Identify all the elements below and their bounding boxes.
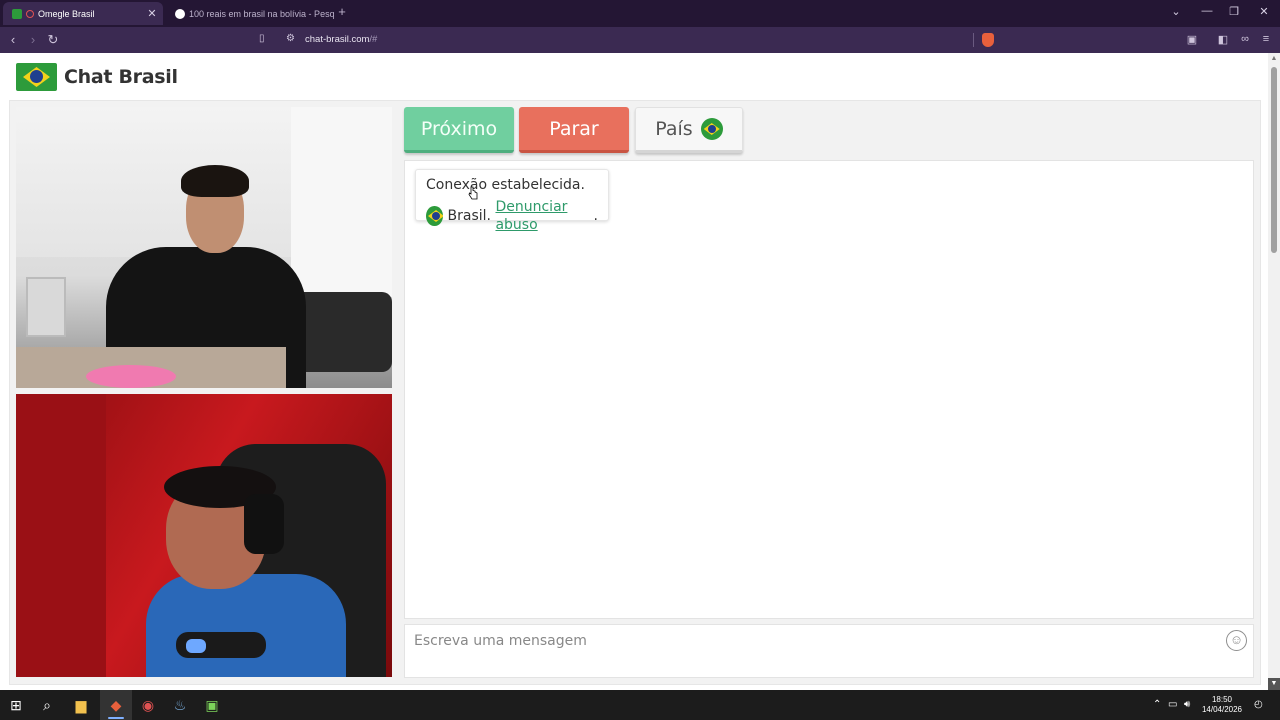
hand-cursor-icon [468, 186, 478, 200]
steam-icon[interactable]: ♨ [171, 696, 189, 714]
restore-icon[interactable]: ❐ [1224, 5, 1244, 18]
browser-tab-bar: Omegle Brasil ✕ 100 reais em brasil na b… [0, 0, 1280, 27]
site-title: Chat Brasil [64, 66, 178, 88]
windows-taskbar: ⊞ ⌕ ▆ ◆ ◉ ♨ ▣ ⌃ ▭ 🔊︎ 18:50 14/04/2026 ◴ [0, 690, 1280, 720]
new-tab-icon[interactable]: + [334, 4, 350, 19]
search-icon[interactable]: ⌕ [38, 696, 56, 714]
message-input-box: ☺ [404, 624, 1254, 678]
url-host: chat-brasil.com [305, 34, 370, 45]
active-indicator [108, 717, 124, 719]
bookmark-icon[interactable]: ▯ [259, 33, 265, 44]
scroll-down-icon[interactable]: ▼ [1268, 678, 1280, 690]
minimize-icon[interactable]: — [1197, 5, 1217, 17]
stop-button[interactable]: Parar [519, 107, 629, 153]
report-suffix: . [593, 208, 598, 224]
chat-container: Próximo Parar País Conexão estabelecida.… [9, 100, 1261, 685]
site-logo[interactable]: Chat Brasil [16, 63, 178, 91]
country-button-label: País [655, 118, 693, 140]
tab-search-chevron-icon[interactable]: ⌄ [1166, 5, 1186, 18]
page-scrollbar[interactable]: ▲ ▼ [1268, 53, 1280, 690]
address-separator [973, 33, 974, 47]
connection-status: Conexão estabelecida. [426, 177, 585, 193]
brazil-flag-icon [426, 206, 443, 226]
brazil-flag-favicon-icon [12, 8, 22, 19]
site-settings-icon[interactable]: ⚙ [286, 33, 295, 44]
brazil-flag-icon [16, 63, 57, 91]
brave-shields-icon[interactable] [982, 33, 994, 47]
forward-icon[interactable]: › [25, 32, 41, 47]
file-explorer-icon[interactable]: ▆ [72, 696, 90, 714]
reading-list-icon[interactable]: ▣ [1184, 33, 1200, 46]
clock-date: 14/04/2026 [1201, 705, 1243, 714]
recording-icon [26, 9, 34, 18]
system-message: Conexão estabelecida. Brasil. Denunciar … [415, 169, 609, 233]
tab-omegle-brasil[interactable]: Omegle Brasil ✕ [3, 2, 163, 25]
next-button[interactable]: Próximo [404, 107, 514, 153]
google-favicon-icon [175, 8, 185, 19]
message-input[interactable] [405, 625, 1215, 657]
volume-icon[interactable]: 🔊︎ [1184, 699, 1190, 710]
stop-button-label: Parar [549, 117, 599, 140]
taskbar-clock[interactable]: 18:50 14/04/2026 [1200, 695, 1244, 715]
sidebar-icon[interactable]: ◧ [1215, 33, 1231, 46]
reload-icon[interactable]: ↻ [45, 32, 61, 47]
menu-icon[interactable]: ≡ [1258, 33, 1274, 45]
tab-title: Omegle Brasil [38, 8, 95, 19]
url-field[interactable]: chat-brasil.com/# [305, 34, 377, 45]
clock-time: 18:50 [1211, 695, 1233, 704]
stranger-video [16, 107, 392, 388]
next-button-label: Próximo [420, 117, 498, 140]
close-tab-icon[interactable]: ✕ [144, 7, 160, 20]
close-window-icon[interactable]: ✕ [1254, 5, 1274, 18]
chat-log: Conexão estabelecida. Brasil. Denunciar … [404, 160, 1254, 619]
obs-icon[interactable]: ◉ [139, 696, 157, 714]
brazil-flag-icon [700, 118, 723, 140]
emoji-icon[interactable]: ☺ [1226, 630, 1247, 651]
notifications-icon[interactable]: ◴ [1254, 699, 1263, 710]
vpn-icon[interactable]: ∞ [1237, 33, 1253, 45]
scroll-thumb[interactable] [1271, 67, 1277, 253]
network-icon[interactable]: ▭ [1168, 699, 1177, 710]
stranger-country: Brasil. [447, 208, 492, 224]
brave-browser-icon[interactable]: ◆ [107, 696, 125, 714]
address-bar: ‹ › ↻ ▯ ⚙ chat-brasil.com/# ▣ ◧ ∞ ≡ [0, 27, 1280, 53]
url-path: /# [369, 34, 378, 45]
back-icon[interactable]: ‹ [5, 32, 21, 47]
self-video [16, 394, 392, 677]
app-icon[interactable]: ▣ [203, 696, 221, 714]
web-page: Chat Brasil Próximo Parar País Conexão e… [0, 53, 1268, 690]
country-button[interactable]: País [635, 107, 743, 153]
tab-title: 100 reais em brasil na bolívia - Pesq [189, 8, 334, 19]
tray-chevron-icon[interactable]: ⌃ [1153, 699, 1161, 710]
tab-google-search[interactable]: 100 reais em brasil na bolívia - Pesq [166, 2, 334, 25]
report-abuse-link[interactable]: Denunciar abuso [495, 198, 593, 234]
scroll-up-icon[interactable]: ▲ [1268, 53, 1280, 65]
windows-start-icon[interactable]: ⊞ [7, 696, 25, 714]
